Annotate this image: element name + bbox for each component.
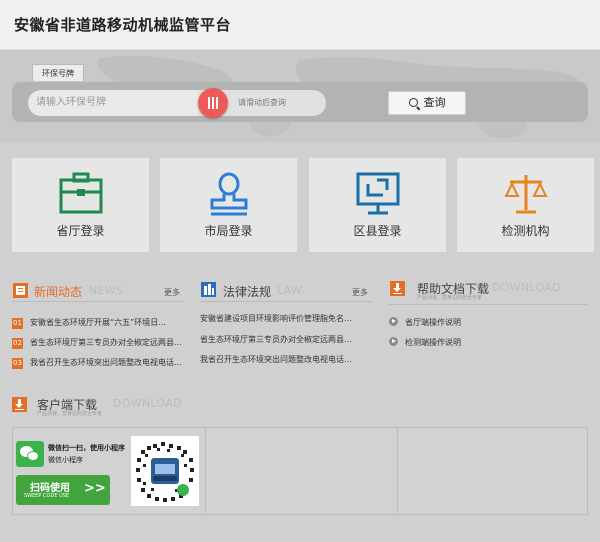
double-arrow-icon: >> [84,481,106,496]
news-item[interactable]: 03 我省召开生态环境突出问题整改电视电话... [12,357,182,369]
main-content: 省厅登录 市局登录 区县登录 检测机构 新闻动态 NEWS 更多 01 安徽省生… [0,142,600,542]
scan-use-sublabel: SWEEP CODE USE [24,493,70,499]
building-icon [201,282,216,297]
login-card-city[interactable]: 市局登录 [160,158,297,252]
search-button-label: 查询 [423,96,446,109]
news-title: 新闻动态 [34,285,83,299]
top-header: 安徽省非道路移动机械监管平台 [0,0,600,50]
play-icon [389,337,398,346]
download-icon [390,281,405,296]
plate-input[interactable]: 请输入环保号牌 [28,90,198,116]
search-button[interactable]: 查询 [388,91,466,115]
download-icon [12,397,27,412]
law-item[interactable]: 省生态环境厅第三专员办对全椒定远两县... [200,334,352,345]
slider-verify[interactable]: 请滑动后查询 [198,88,326,118]
news-en-title: NEWS [89,284,124,297]
login-label: 市局登录 [204,224,253,238]
law-title: 法律法规 [223,285,272,299]
qr-code-image [131,436,199,506]
law-divider [200,301,372,302]
news-icon [13,283,28,298]
login-card-county[interactable]: 区县登录 [309,158,446,252]
play-icon [389,317,398,326]
page-title: 安徽省非道路移动机械监管平台 [14,16,232,34]
scan-use-label: 扫码使用 [30,483,70,494]
news-item[interactable]: 01 安徽省生态环境厅开展“六五”环境日... [12,317,166,329]
law-more-link[interactable]: 更多 [352,287,368,298]
news-item[interactable]: 02 省生态环境厅第三专员办对全椒定远两县... [12,337,182,349]
law-item[interactable]: 安徽省建设项目环境影响评价管理脂免名... [200,313,352,324]
law-item[interactable]: 我省召开生态环境突出问题整改电视电话... [200,354,352,365]
download-column-divider [397,428,398,514]
wechat-scan-text: 微信扫一扫，使用小程序 [48,444,125,452]
login-label: 检测机构 [501,224,550,238]
client-download-panel: 微信扫一扫，使用小程序 微信小程序 扫码使用 SWEEP CODE USE >> [12,427,588,515]
scale-icon [504,175,548,214]
slider-hint: 请滑动后查询 [238,98,286,107]
help-en-title: DOWNLOAD [492,281,561,294]
slider-handle[interactable] [198,88,228,118]
news-more-link[interactable]: 更多 [164,287,180,298]
download-column-divider [205,428,206,514]
stamp-icon [210,172,248,216]
search-icon [408,98,418,107]
login-label: 省厅登录 [56,224,105,238]
help-divider [389,304,587,305]
login-label: 区县登录 [353,224,402,238]
briefcase-icon [59,172,103,214]
plate-tab[interactable]: 环保号牌 [32,64,84,81]
news-divider [12,301,184,302]
client-subtitle: 产品测速，您身边的安全专家 [37,411,103,417]
login-card-inspection[interactable]: 检测机构 [457,158,594,252]
client-en-title: DOWNLOAD [113,397,182,410]
search-bar: 请输入环保号牌 请滑动后查询 查询 [12,82,588,122]
login-card-province[interactable]: 省厅登录 [12,158,149,252]
scan-use-button[interactable]: 扫码使用 SWEEP CODE USE >> [16,475,110,505]
help-item[interactable]: 检测端操作说明 [389,337,461,348]
help-subtitle: 产品测速，您身边的安全专家 [417,295,483,301]
law-en-title: LAW [277,284,303,297]
search-hero: 环保号牌 请输入环保号牌 请滑动后查询 查询 [0,50,600,142]
wechat-icon [16,441,44,467]
help-item[interactable]: 省厅端操作说明 [389,317,461,328]
monitor-icon [356,172,400,215]
wechat-miniprogram-text: 微信小程序 [48,456,83,464]
